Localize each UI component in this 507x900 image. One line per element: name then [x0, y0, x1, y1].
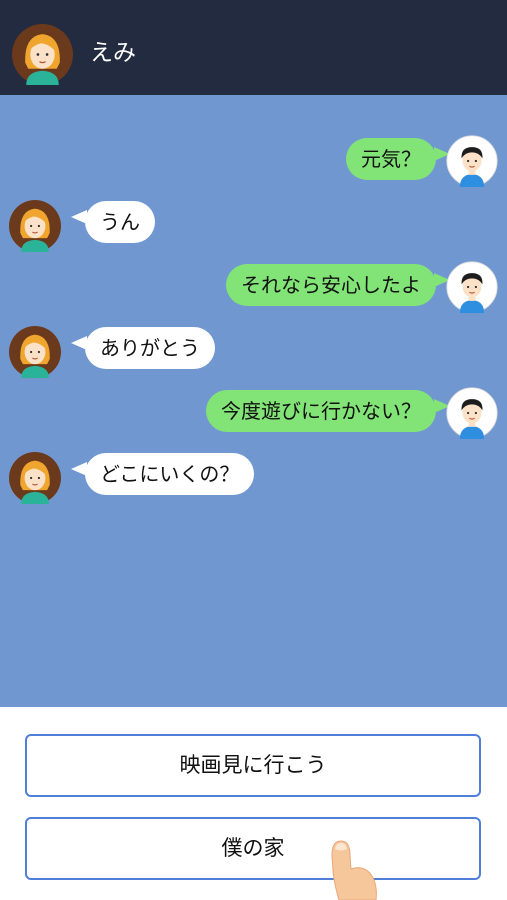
message-bubble: 元気？: [346, 138, 450, 180]
message-incoming: ありがとう: [0, 322, 507, 382]
girl-avatar-icon[interactable]: [12, 24, 73, 85]
message-bubble: 今度遊びに行かない？: [206, 390, 450, 432]
message-incoming: どこにいくの？: [0, 448, 507, 508]
message-outgoing: 今度遊びに行かない？: [0, 385, 507, 445]
girl-avatar-icon: [9, 326, 61, 378]
choice-button[interactable]: 僕の家: [25, 817, 481, 880]
boy-avatar-icon: [446, 387, 498, 439]
message-bubble: ありがとう: [71, 327, 215, 369]
message-outgoing: それなら安心したよ: [0, 259, 507, 319]
choice-button[interactable]: 映画見に行こう: [25, 734, 481, 797]
message-bubble: それなら安心したよ: [226, 264, 450, 306]
finger-pointer-icon: [331, 840, 377, 900]
message-bubble: うん: [71, 201, 155, 243]
reply-choices: 映画見に行こう 僕の家: [0, 707, 507, 900]
message-incoming: うん: [0, 196, 507, 256]
boy-avatar-icon: [446, 261, 498, 313]
girl-avatar-icon: [9, 200, 61, 252]
message-outgoing: 元気？: [0, 133, 507, 193]
chat-header: えみ: [0, 0, 507, 95]
message-bubble: どこにいくの？: [70, 453, 255, 495]
chat-area[interactable]: 元気？ うん それなら安心したよ ありがとう 今度遊びに行かない？ どこにいくの…: [0, 95, 507, 707]
contact-name: えみ: [90, 40, 136, 66]
girl-avatar-icon: [9, 452, 61, 504]
boy-avatar-icon: [446, 135, 498, 187]
